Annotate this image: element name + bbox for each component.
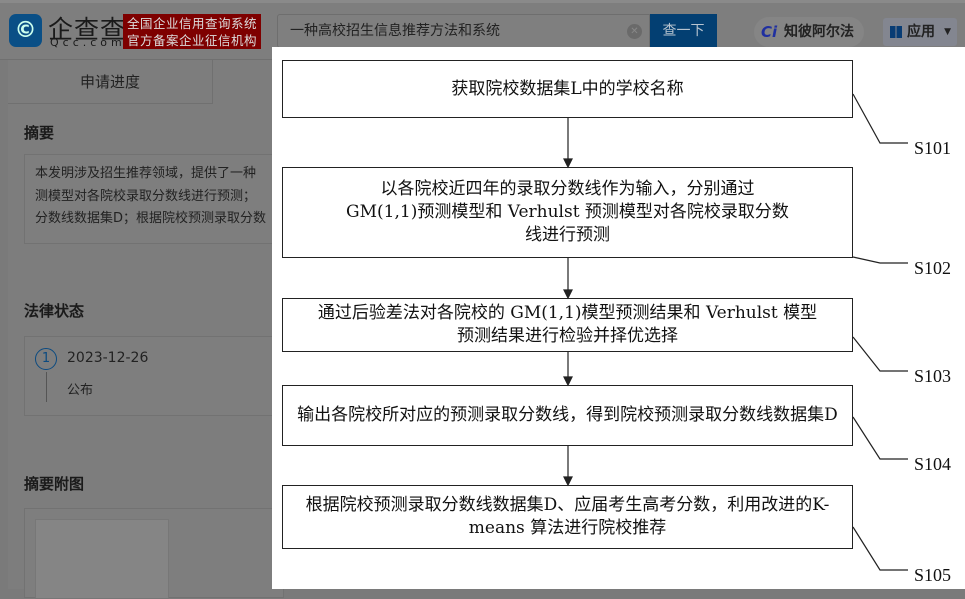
figure-thumbnail[interactable] <box>35 519 169 599</box>
search-button[interactable]: 查一下 <box>650 14 717 48</box>
tab-application-progress[interactable]: 申请进度 <box>8 60 213 104</box>
step-label: S102 <box>914 258 952 278</box>
step-label: S101 <box>914 138 952 158</box>
abstract-line: 本发明涉及招生推荐领域，提供了一种 <box>35 166 257 181</box>
step-number: 1 <box>35 348 57 370</box>
slogan-badge: 全国企业信用查询系统 官方备案企业征信机构 <box>123 14 261 49</box>
timeline-line <box>46 372 47 402</box>
caret-down-icon: ▼ <box>944 27 951 37</box>
top-border <box>0 0 965 3</box>
legal-status-card: 1 2023-12-26 公布 <box>24 336 284 416</box>
clear-icon[interactable]: ✕ <box>627 24 642 39</box>
legal-status-text: 公布 <box>67 383 94 398</box>
flow-step-box: 获取院校数据集L中的学校名称 <box>282 60 853 118</box>
step-label: S104 <box>914 454 952 474</box>
flow-step-box: 根据院校预测录取分数线数据集D、应届考生高考分数，利用改进的K-means 算法… <box>282 485 853 549</box>
flow-step-box: 输出各院校所对应的预测录取分数线，得到院校预测录取分数线数据集D <box>282 385 853 446</box>
abstract-line: 测模型对各院校录取分数线进行预测； <box>35 188 257 204</box>
legal-status-title: 法律状态 <box>24 302 85 320</box>
slogan-line1: 全国企业信用查询系统 <box>127 16 258 31</box>
grid-icon <box>890 26 902 38</box>
search-input[interactable]: 一种高校招生信息推荐方法和系统 <box>277 14 650 48</box>
abstract-card: 本发明涉及招生推荐领域，提供了一种 测模型对各院校录取分数线进行预测； 分数线数… <box>24 154 284 244</box>
logo-domain: Qcc.com <box>50 36 126 49</box>
figure-card <box>24 508 284 599</box>
step-label: S103 <box>914 366 952 386</box>
slogan-line2: 官方备案企业征信机构 <box>127 33 258 48</box>
flow-step-box: 通过后验差法对各院校的 GM(1,1)模型预测结果和 Verhulst 模型预测… <box>282 298 853 352</box>
qcc-logo-icon[interactable]: © <box>9 14 42 47</box>
apps-label: 应用 <box>907 24 935 40</box>
abstract-line: 分数线数据集D；根据院校预测录取分数 <box>35 211 267 226</box>
apps-menu-button[interactable]: 应用 ▼ <box>883 18 957 46</box>
label-leaders <box>852 93 908 571</box>
figure-title: 摘要附图 <box>24 475 85 493</box>
zhibi-logo-icon: Ci <box>761 23 778 41</box>
abstract-title: 摘要 <box>24 124 55 142</box>
figure-preview-modal: 获取院校数据集L中的学校名称 以各院校近四年的录取分数线作为输入，分别通过 GM… <box>272 47 965 589</box>
zhibi-alpha-button[interactable]: Ci 知彼阿尔法 <box>754 17 864 47</box>
legal-date: 2023-12-26 <box>67 350 149 366</box>
flow-step-box: 以各院校近四年的录取分数线作为输入，分别通过 GM(1,1)预测模型和 Verh… <box>282 167 853 258</box>
zhibi-label: 知彼阿尔法 <box>784 24 854 40</box>
step-label: S105 <box>914 565 952 585</box>
